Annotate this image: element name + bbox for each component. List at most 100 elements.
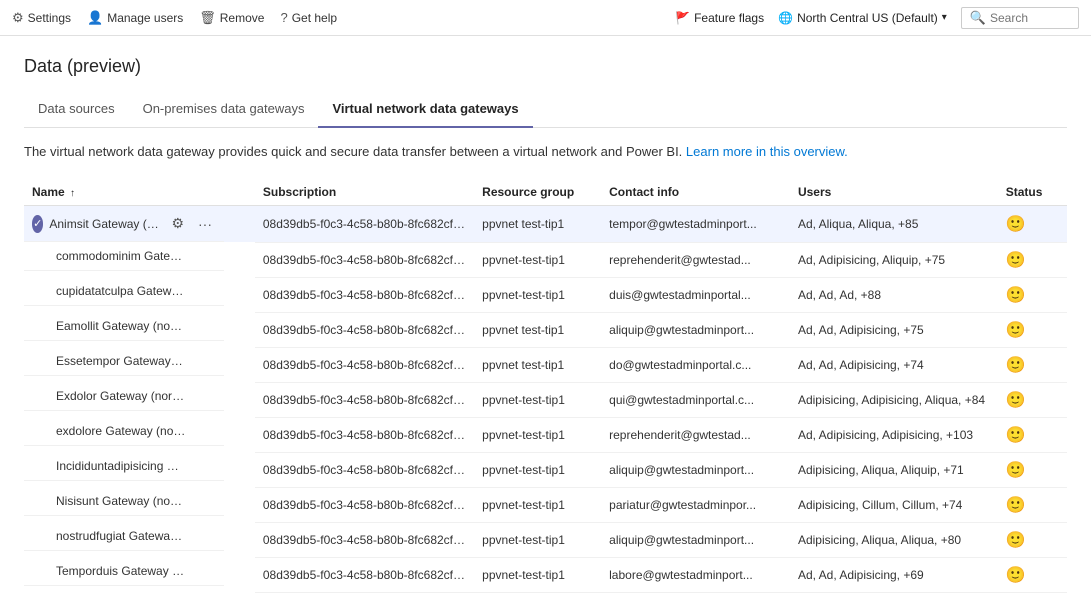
table-row[interactable]: cupidatatculpa Gateway (northcentralus) 0… — [24, 277, 1067, 312]
manage-users-icon: 👤 — [87, 10, 103, 26]
cell-subscription: 08d39db5-f0c3-4c58-b80b-8fc682cf67c1 — [255, 522, 474, 557]
cell-subscription: 08d39db5-f0c3-4c58-b80b-8fc682cf67c1 — [255, 277, 474, 312]
cell-users: Ad, Aliqua, Aliqua, +85 — [790, 206, 998, 243]
cell-resource-group: ppvnet-test-tip1 — [474, 277, 601, 312]
remove-icon: 🗑 — [199, 10, 216, 26]
cell-contact-info: reprehenderit@gwtestad... — [601, 242, 790, 277]
row-settings-button[interactable]: ⚙ — [167, 213, 188, 234]
tab-vnet[interactable]: Virtual network data gateways — [318, 93, 532, 128]
cell-contact-info: do@gwtestadminportal.c... — [601, 347, 790, 382]
status-icon: 🙂 — [1006, 357, 1026, 374]
cell-users: Adipisicing, Cillum, Cillum, +74 — [790, 487, 998, 522]
topbar-right: 🚩 Feature flags 🌐 North Central US (Defa… — [675, 7, 1079, 29]
page-content: Data (preview) Data sources On-premises … — [0, 36, 1091, 613]
cell-resource-group: ppvnet-test-tip1 — [474, 417, 601, 452]
col-header-name: Name ↑ — [24, 179, 255, 206]
status-icon: 🙂 — [1006, 392, 1026, 409]
tab-on-premises[interactable]: On-premises data gateways — [129, 93, 319, 128]
cell-users: Adipisicing, Adipisicing, Aliqua, +84 — [790, 382, 998, 417]
gateway-name: Temporduis Gateway (northcentralus) — [56, 564, 186, 578]
cell-subscription: 08d39db5-f0c3-4c58-b80b-8fc682cf67c1 — [255, 347, 474, 382]
cell-subscription: 08d39db5-f0c3-4c58-b80b-8fc682cf67c1 — [255, 487, 474, 522]
status-icon: 🙂 — [1006, 497, 1026, 514]
page-title: Data (preview) — [24, 56, 1067, 77]
cell-contact-info: duis@gwtestadminportal... — [601, 277, 790, 312]
status-icon: 🙂 — [1006, 322, 1026, 339]
cell-contact-info: reprehenderit@gwtestad... — [601, 417, 790, 452]
cell-status: 🙂 — [998, 522, 1067, 557]
gateway-name: Animsit Gateway (northcentralus) — [49, 217, 161, 231]
cell-contact-info: pariatur@gwtestadminpor... — [601, 487, 790, 522]
region-selector[interactable]: 🌐 North Central US (Default) ▾ — [778, 11, 947, 25]
cell-resource-group: ppvnet test-tip1 — [474, 206, 601, 243]
status-icon: 🙂 — [1006, 462, 1026, 479]
search-icon: 🔍 — [970, 10, 986, 26]
table-row[interactable]: exdolore Gateway (northcentralus) 08d39db… — [24, 417, 1067, 452]
table-row[interactable]: Temporduis Gateway (northcentralus) 08d39… — [24, 557, 1067, 592]
region-icon: 🌐 — [778, 11, 793, 25]
status-icon: 🙂 — [1006, 252, 1026, 269]
tab-data-sources[interactable]: Data sources — [24, 93, 129, 128]
gateway-name: cupidatatculpa Gateway (northcentralus) — [56, 284, 186, 298]
cell-subscription: 08d39db5-f0c3-4c58-b80b-8fc682cf67c1 — [255, 557, 474, 592]
search-box[interactable]: 🔍 — [961, 7, 1079, 29]
cell-resource-group: ppvnet test-tip1 — [474, 347, 601, 382]
chevron-down-icon: ▾ — [942, 12, 947, 23]
table-row[interactable]: ✓ Animsit Gateway (northcentralus) ⚙ ··· 08d… — [24, 206, 1067, 243]
cell-status: 🙂 — [998, 312, 1067, 347]
remove-button[interactable]: 🗑 Remove — [199, 10, 264, 26]
manage-users-button[interactable]: 👤 Manage users — [87, 10, 183, 26]
gateway-table: Name ↑ Subscription Resource group Conta… — [24, 179, 1067, 593]
cell-status: 🙂 — [998, 452, 1067, 487]
table-header-row: Name ↑ Subscription Resource group Conta… — [24, 179, 1067, 206]
feature-flags-button[interactable]: 🚩 Feature flags — [675, 11, 764, 25]
description: The virtual network data gateway provide… — [24, 144, 1067, 159]
gateway-name: Incididuntadipisicing Gateway (northc... — [56, 459, 186, 473]
cell-resource-group: ppvnet test-tip1 — [474, 312, 601, 347]
table-row[interactable]: commodominim Gateway (northcentra... 08d3… — [24, 242, 1067, 277]
cell-subscription: 08d39db5-f0c3-4c58-b80b-8fc682cf67c1 — [255, 242, 474, 277]
help-icon: ? — [280, 10, 287, 25]
col-header-contact-info: Contact info — [601, 179, 790, 206]
table-row[interactable]: Nisisunt Gateway (northcentralus) 08d39db… — [24, 487, 1067, 522]
status-icon: 🙂 — [1006, 532, 1026, 549]
cell-status: 🙂 — [998, 557, 1067, 592]
cell-subscription: 08d39db5-f0c3-4c58-b80b-8fc682cf67c1 — [255, 206, 474, 243]
table-row[interactable]: Exdolor Gateway (northcentralus)08d39db5… — [24, 382, 1067, 417]
cell-status: 🙂 — [998, 347, 1067, 382]
selected-indicator: ✓ — [32, 215, 43, 233]
search-input[interactable] — [990, 11, 1070, 25]
cell-contact-info: tempor@gwtestadminport... — [601, 206, 790, 243]
cell-resource-group: ppvnet-test-tip1 — [474, 382, 601, 417]
cell-users: Ad, Adipisicing, Aliquip, +75 — [790, 242, 998, 277]
get-help-button[interactable]: ? Get help — [280, 10, 337, 25]
table-row[interactable]: Eamollit Gateway (northcentralus)08d39db… — [24, 312, 1067, 347]
cell-subscription: 08d39db5-f0c3-4c58-b80b-8fc682cf67c1 — [255, 417, 474, 452]
cell-status: 🙂 — [998, 206, 1067, 243]
learn-more-link[interactable]: Learn more in this overview. — [686, 144, 848, 159]
settings-icon: ⚙ — [12, 10, 24, 26]
cell-status: 🙂 — [998, 487, 1067, 522]
row-more-button[interactable]: ··· — [194, 214, 216, 234]
cell-contact-info: labore@gwtestadminport... — [601, 557, 790, 592]
status-icon: 🙂 — [1006, 567, 1026, 584]
table-row[interactable]: Essetempor Gateway (northcentralus)08d39… — [24, 347, 1067, 382]
cell-subscription: 08d39db5-f0c3-4c58-b80b-8fc682cf67c1 — [255, 312, 474, 347]
cell-contact-info: aliquip@gwtestadminport... — [601, 522, 790, 557]
table-row[interactable]: nostrudfugiat Gateway (northcentralus)08… — [24, 522, 1067, 557]
cell-resource-group: ppvnet-test-tip1 — [474, 487, 601, 522]
col-header-users: Users — [790, 179, 998, 206]
cell-contact-info: aliquip@gwtestadminport... — [601, 312, 790, 347]
cell-users: Ad, Ad, Adipisicing, +75 — [790, 312, 998, 347]
gateway-name: Nisisunt Gateway (northcentralus) — [56, 494, 186, 508]
settings-button[interactable]: ⚙ Settings — [12, 10, 71, 26]
topbar: ⚙ Settings 👤 Manage users 🗑 Remove ? Get… — [0, 0, 1091, 36]
gateway-name: commodominim Gateway (northcentra... — [56, 249, 186, 263]
cell-resource-group: ppvnet-test-tip1 — [474, 452, 601, 487]
cell-users: Adipisicing, Aliqua, Aliqua, +80 — [790, 522, 998, 557]
table-row[interactable]: Incididuntadipisicing Gateway (northc...… — [24, 452, 1067, 487]
flag-icon: 🚩 — [675, 11, 690, 25]
cell-status: 🙂 — [998, 277, 1067, 312]
gateway-name: exdolore Gateway (northcentralus) — [56, 424, 186, 438]
col-header-subscription: Subscription — [255, 179, 474, 206]
